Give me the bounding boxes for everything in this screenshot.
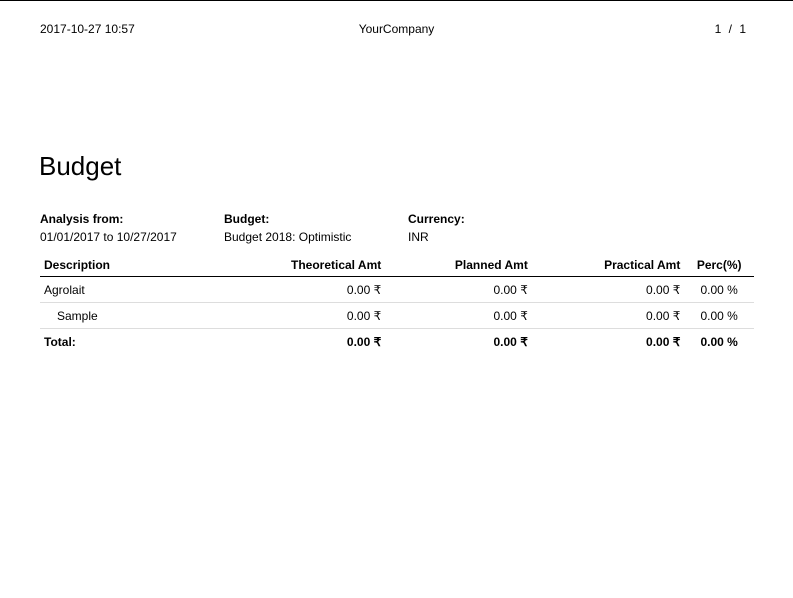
page-separator: / (728, 22, 732, 36)
col-description: Description (40, 253, 239, 277)
total-planned: 0.00 ₹ (493, 334, 528, 349)
total-row: Total: 0.00 ₹ 0.00 ₹ 0.00 ₹ 0.00 % (40, 329, 754, 355)
budget-label: Budget: (224, 212, 270, 226)
row-theoretical: 0.00 ₹ (238, 302, 386, 329)
row-percentage: 0.00 % (684, 276, 754, 303)
row-description: Sample (40, 302, 239, 329)
total-theoretical: 0.00 ₹ (346, 334, 382, 349)
table-row: Sample 0.00 ₹ 0.00 ₹ 0.00 ₹ 0.00 % (40, 302, 754, 329)
page-current: 1 (714, 22, 722, 36)
col-planned: Planned Amt (385, 253, 532, 277)
row-planned: 0.00 ₹ (385, 302, 532, 329)
col-theoretical: Theoretical Amt (238, 253, 386, 277)
row-percentage: 0.00 % (684, 302, 754, 329)
col-practical: Practical Amt (531, 253, 685, 277)
analysis-period: Analysis from: 01/01/2017 to 10/27/2017 (40, 210, 177, 246)
currency-label: Currency: (408, 212, 465, 226)
analysis-label: Analysis from: (40, 212, 124, 226)
page-total: 1 (739, 22, 746, 36)
currency-info: Currency: INR (408, 210, 465, 246)
total-percentage: 0.00 % (700, 334, 738, 349)
row-theoretical: 0.00 ₹ (238, 276, 386, 303)
total-label: Total: (44, 334, 76, 349)
page-title: Budget (39, 151, 122, 181)
total-practical: 0.00 ₹ (646, 334, 681, 349)
row-description: Agrolait (40, 276, 239, 303)
budget-value: Budget 2018: Optimistic (224, 230, 352, 244)
col-percentage: Perc(%) (684, 253, 754, 277)
currency-value: INR (408, 230, 429, 244)
table-header-row: Description Theoretical Amt Planned Amt … (40, 253, 754, 277)
row-planned: 0.00 ₹ (385, 276, 532, 303)
analysis-value: 01/01/2017 to 10/27/2017 (40, 230, 177, 244)
table-row: Agrolait 0.00 ₹ 0.00 ₹ 0.00 ₹ 0.00 % (40, 276, 754, 303)
budget-info: Budget: Budget 2018: Optimistic (224, 210, 351, 246)
budget-lines-table: Description Theoretical Amt Planned Amt … (40, 253, 754, 354)
company-name: YourCompany (358, 22, 435, 36)
row-practical: 0.00 ₹ (531, 302, 685, 329)
row-practical: 0.00 ₹ (531, 276, 685, 303)
page-number: 1 / 1 (715, 22, 746, 36)
